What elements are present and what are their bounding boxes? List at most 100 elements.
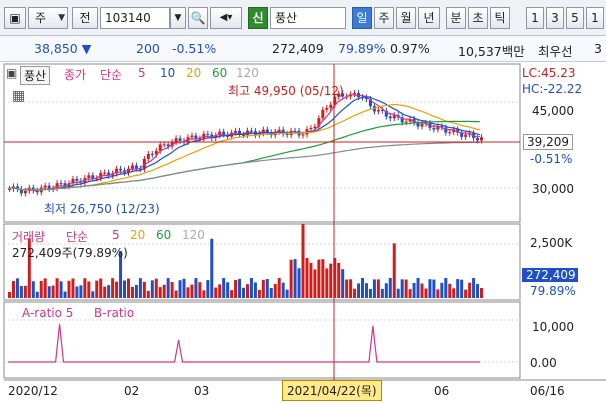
tab-tick[interactable]: 틱 — [490, 7, 510, 29]
volume-bar — [480, 288, 483, 298]
candle-body — [444, 127, 448, 133]
toolbar: ▣ 주 전 103140 ▼ 🔍 ◀▾ 신 풍산 일 주 월 년 분 초 틱 1… — [0, 0, 606, 36]
candle-body — [206, 133, 210, 135]
volume-bar — [305, 258, 309, 298]
volume-bar — [281, 282, 285, 298]
num-button-3-label: 3 — [551, 11, 559, 25]
candle-body — [103, 172, 107, 174]
volume-bar — [364, 283, 368, 298]
chart-canvas[interactable] — [0, 62, 606, 403]
current-volume-pct: 79.89% — [530, 284, 576, 298]
volume-bar — [162, 284, 166, 298]
volume-bar — [154, 278, 158, 298]
tab-minute[interactable]: 분 — [446, 7, 466, 29]
volume-bar — [158, 287, 162, 298]
legend-ma20: 20 — [186, 66, 202, 80]
volume-bar — [432, 279, 436, 298]
volume-value: 272,409 — [272, 41, 324, 56]
volume-info: 272,409주(79.89%) — [12, 246, 128, 260]
code-dropdown-icon[interactable]: ▼ — [170, 7, 186, 29]
current-price-tag: 39,209 — [523, 134, 573, 150]
tab-tick-label: 틱 — [494, 11, 506, 25]
num-button-1[interactable]: 1 — [526, 7, 544, 29]
axis-ratio-0: 0.00 — [530, 356, 557, 370]
search-icon[interactable]: 🔍 — [188, 7, 208, 29]
volume-legend-ma20: 20 — [130, 228, 146, 242]
tab-month[interactable]: 월 — [396, 7, 416, 29]
legend-ma60: 60 — [212, 66, 228, 80]
code-input[interactable]: 103140 — [100, 7, 170, 29]
volume-bar — [31, 281, 35, 298]
volume-bar — [265, 279, 269, 298]
candle-body — [321, 109, 325, 119]
num-button-10[interactable]: 1 — [586, 7, 604, 29]
volume-bar — [392, 243, 396, 298]
tab-day[interactable]: 일 — [352, 7, 372, 29]
volume-bar — [146, 290, 150, 298]
chart-area[interactable]: ▣ 풍산 종가 단순 5 10 20 60 120 ▦ 최고 49,950 (0… — [0, 62, 606, 403]
volume-bar — [198, 282, 202, 298]
volume-ratio: 79.89% — [338, 41, 386, 56]
change-percent: -0.51% — [172, 41, 217, 56]
date-label-03: 03 — [194, 384, 210, 398]
legend-ma120: 120 — [236, 66, 259, 80]
legend-ma10: 10 — [160, 66, 176, 80]
all-button[interactable]: 전 — [72, 7, 98, 29]
volume-bar — [35, 291, 39, 298]
volume-bar — [468, 282, 472, 298]
volume-bar — [87, 281, 91, 298]
volume-bar — [186, 287, 190, 298]
table-icon[interactable]: ▦ — [12, 88, 25, 104]
lc-value: LC:45.23 — [522, 66, 576, 80]
preferred-label: 최우선 — [538, 44, 573, 59]
volume-bar — [190, 284, 194, 298]
date-label-2020-12: 2020/12 — [8, 384, 58, 398]
volume-bar — [202, 290, 206, 298]
period-dropdown[interactable]: 주 — [28, 7, 68, 29]
speaker-icon[interactable]: ◀▾ — [210, 7, 242, 29]
collapse-icon[interactable]: ▣ — [6, 66, 17, 80]
candle-body — [234, 130, 238, 133]
volume-bar — [95, 280, 99, 298]
volume-bar — [23, 285, 27, 298]
volume-bar — [329, 263, 333, 298]
volume-bar — [99, 278, 103, 298]
num-button-3[interactable]: 3 — [546, 7, 564, 29]
period-label: 주 — [35, 11, 47, 25]
volume-bar — [75, 286, 79, 298]
candle-body — [91, 175, 95, 179]
volume-bar — [412, 283, 416, 298]
volume-bar — [384, 283, 388, 298]
tab-week[interactable]: 주 — [374, 7, 394, 29]
layout-icon[interactable]: ▣ — [4, 7, 26, 29]
legend-ma5: 5 — [138, 66, 146, 80]
candle-body — [222, 131, 226, 135]
volume-bar — [285, 289, 289, 298]
volume-bar — [55, 278, 59, 298]
volume-bar — [257, 289, 261, 298]
volume-bar — [472, 278, 476, 298]
volume-bar — [333, 258, 337, 298]
volume-bar — [138, 278, 142, 298]
ratio-panel-frame — [3, 301, 521, 379]
preferred-value: 3 — [594, 41, 602, 56]
volume-bar — [234, 279, 238, 298]
volume-bar — [126, 278, 130, 298]
tab-second[interactable]: 초 — [468, 7, 488, 29]
candle-body — [134, 165, 138, 169]
stock-name-field[interactable]: 풍산 — [270, 7, 346, 29]
volume-bar — [380, 288, 384, 298]
volume-bar — [15, 278, 19, 298]
volume-bar — [115, 281, 119, 298]
tab-year[interactable]: 년 — [418, 7, 440, 29]
volume-bar — [11, 281, 15, 298]
stock-name: 풍산 — [275, 11, 298, 25]
hc-value: HC:-22.22 — [522, 82, 583, 96]
volume-bar — [420, 283, 424, 298]
num-button-5[interactable]: 5 — [566, 7, 584, 29]
candle-body — [404, 121, 408, 123]
stock-tag[interactable]: 풍산 — [20, 66, 51, 85]
volume-bar — [238, 278, 242, 298]
candle-body — [150, 153, 154, 155]
volume-bar — [218, 284, 222, 298]
